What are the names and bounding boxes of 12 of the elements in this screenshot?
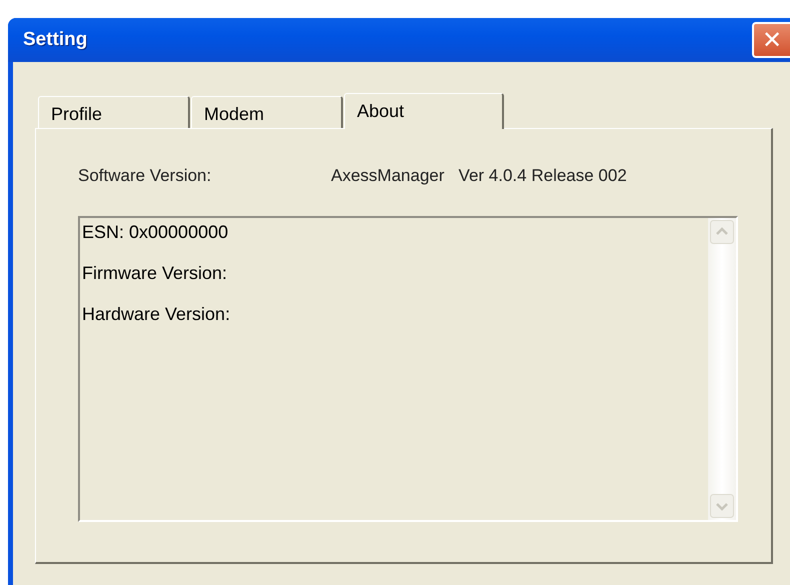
tab[interactable]: Modem bbox=[191, 96, 343, 128]
window-title: Setting bbox=[23, 29, 88, 51]
tab[interactable]: Profile bbox=[38, 96, 190, 128]
software-version-value: AxessManager Ver 4.0.4 Release 002 bbox=[331, 166, 627, 186]
tab[interactable]: About bbox=[344, 93, 504, 129]
scrollbar[interactable] bbox=[708, 218, 736, 520]
scroll-up-button[interactable] bbox=[710, 220, 734, 244]
info-line: Hardware Version: bbox=[82, 304, 232, 325]
scroll-down-button[interactable] bbox=[710, 494, 734, 518]
software-version-label: Software Version: bbox=[78, 166, 212, 186]
info-line: ESN: 0x00000000 bbox=[82, 222, 230, 243]
info-line: Firmware Version: bbox=[82, 263, 228, 284]
